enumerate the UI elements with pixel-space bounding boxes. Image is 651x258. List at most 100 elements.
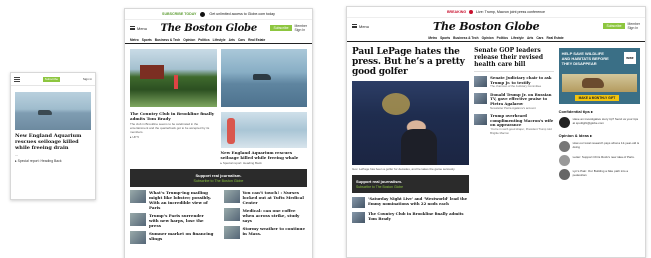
politics-column: Senate GOP leaders release their revised… <box>474 42 554 223</box>
menu-label: Menu <box>359 23 370 29</box>
site-logo[interactable]: The Boston Globe <box>433 20 540 33</box>
promo-title: Support real journalism. <box>195 173 242 178</box>
lead-photo[interactable] <box>352 81 470 165</box>
secondary-headline[interactable]: Senate GOP leaders release their revised… <box>474 47 553 68</box>
promo-subtitle: Subscribe to The Boston Globe <box>193 179 244 183</box>
mobile-lead-headline[interactable]: New England Aquarium rescues seiloage ki… <box>15 133 91 151</box>
sidebar-item[interactable]: How our local research pays what a 12-ye… <box>558 141 640 152</box>
sidebar-item-text: How our local research pays what a 12-ye… <box>572 141 640 149</box>
list-item[interactable]: What’s Trump-ing mailing might like lobs… <box>130 190 214 210</box>
tablet-story-list: What’s Trump-ing mailing might like lobs… <box>125 187 312 244</box>
nav-item[interactable]: Real Estate <box>546 36 563 40</box>
breaking-text: Live: Trump, Macron joint press conferen… <box>476 10 546 14</box>
story-title: You can’t touch! : Nurses locked out at … <box>242 190 304 205</box>
story-title: The Country Club in Brookline finally ad… <box>368 211 464 221</box>
nav-item[interactable]: Lifestyle <box>213 38 226 42</box>
ad-donate-button[interactable]: MAKE A MONTHLY GIFT <box>574 95 620 101</box>
sidebar-heading[interactable]: Opinion & Ideas ▸ <box>559 133 640 138</box>
promo-subtitle: Subscribe to The Boston Globe <box>356 185 404 189</box>
story-title: ‘Saturday Night Live’ and ‘Westworld’ le… <box>368 196 468 206</box>
story-title: Donald Trump Jr. on Russian TV, gave eff… <box>490 91 552 106</box>
lead-headline[interactable]: Paul LePage hates the press. But he’s a … <box>352 47 469 77</box>
section-nav: Metro Sports Business & Tech Opinion Pol… <box>347 34 645 42</box>
nav-item[interactable]: Arts <box>527 36 533 40</box>
breaking-label: BREAKING <box>446 10 467 14</box>
story-thumbnail <box>474 92 488 104</box>
mobile-preview: Subscribe Sign in New England Aquarium r… <box>10 72 96 200</box>
story-thumbnail <box>130 231 146 244</box>
nav-item[interactable]: Metro <box>428 36 437 40</box>
subscription-promo[interactable]: Support real journalism. Subscribe to Th… <box>352 175 470 193</box>
nav-item[interactable]: Cars <box>536 36 543 40</box>
nav-item[interactable]: Business & Tech <box>155 38 180 42</box>
list-item[interactable]: ‘Saturday Night Live’ and ‘Westworld’ le… <box>352 196 469 208</box>
story-thumbnail <box>352 212 365 223</box>
menu-icon[interactable] <box>14 76 20 82</box>
nav-item[interactable]: Opinion <box>482 36 494 40</box>
nav-item[interactable]: Real Estate <box>248 38 265 42</box>
nav-item[interactable]: Arts <box>229 38 235 42</box>
country-club-photo[interactable] <box>130 49 217 107</box>
spotlight-icon <box>558 117 570 128</box>
sign-in-link[interactable]: Sign in <box>83 77 92 81</box>
breaking-news-bar[interactable]: BREAKING Live: Trump, Macron joint press… <box>347 7 645 18</box>
whale-rescue-photo[interactable] <box>220 49 307 107</box>
list-item[interactable]: Medical: can one coffee when across stri… <box>223 208 308 223</box>
list-item[interactable]: The Country Club in Brookline finally ad… <box>352 211 469 223</box>
nav-item[interactable]: Business & Tech <box>453 36 478 40</box>
list-item[interactable]: Trump overheard complimenting Macron's w… <box>474 113 553 135</box>
menu-button[interactable]: Menu <box>352 24 369 29</box>
story-summary: The club in Brookline seems to be celebr… <box>130 122 210 134</box>
sidebar-heading[interactable]: Confidential tips ▸ <box>559 109 640 114</box>
subscription-promo[interactable]: Support real journalism. Subscribe to Th… <box>130 169 307 187</box>
sidebar-item[interactable]: Lyn's Pain: Our Building a bike path int… <box>558 169 640 180</box>
mobile-header: Subscribe Sign in <box>11 73 95 86</box>
nav-item[interactable]: Sports <box>440 36 450 40</box>
subscribe-button[interactable]: Subscribe <box>270 25 292 31</box>
list-item[interactable]: Trump’s Paris surrender with new harps, … <box>130 213 214 228</box>
header-actions: Subscribe Member Sign In <box>603 22 640 30</box>
mobile-lead-photo[interactable] <box>15 92 91 130</box>
story-thumbnail <box>474 76 488 87</box>
nav-item[interactable]: Lifestyle <box>511 36 524 40</box>
member-sign-in[interactable]: Member Sign In <box>628 22 640 30</box>
member-sign-in[interactable]: Member Sign In <box>295 24 307 32</box>
story-headline[interactable]: New England Aquarium rescues seiloage ki… <box>221 150 308 160</box>
site-logo[interactable]: The Boston Globe <box>160 23 257 34</box>
subscribe-bar-highlight: SUBSCRIBE TODAY <box>162 12 197 16</box>
subscribe-button[interactable]: Subscribe <box>42 76 61 82</box>
wwf-advertisement[interactable]: HELP SAVE WILDLIFE AND HABITATS BEFORE T… <box>558 48 640 104</box>
story-thumbnail <box>474 114 488 126</box>
nav-item[interactable]: Metro <box>130 38 139 42</box>
header-actions: Subscribe Member Sign In <box>270 24 307 32</box>
aquarium-photo[interactable] <box>220 112 307 148</box>
list-item[interactable]: Donald Trump Jr. on Russian TV, gave eff… <box>474 91 553 110</box>
mobile-related-link[interactable]: ▸ Special report: Heading Back <box>15 159 91 163</box>
list-item[interactable]: Senate Judiciary chair to ask Trump Jr. … <box>474 75 553 89</box>
tablet-header: Menu The Boston Globe Subscribe Member S… <box>125 20 312 36</box>
sidebar: HELP SAVE WILDLIFE AND HABITATS BEFORE T… <box>558 42 640 223</box>
subscribe-bar-text: Get unlimited access to Globe.com today <box>209 12 275 16</box>
desktop-preview: BREAKING Live: Trump, Macron joint press… <box>346 6 646 258</box>
menu-button[interactable]: Menu <box>130 26 147 31</box>
sidebar-item-text: Have an investigative story tip? Send us… <box>572 117 639 125</box>
subscribe-button[interactable]: Subscribe <box>603 23 625 29</box>
nav-item[interactable]: Politics <box>198 38 209 42</box>
nav-item[interactable]: Opinion <box>183 38 195 42</box>
list-item[interactable]: Sumner market on financing slings <box>130 231 214 244</box>
story-summary: Newsletter Pietra Agalarov's account <box>490 105 536 110</box>
story-headline[interactable]: The Country Club in Brookline finally ad… <box>130 111 217 121</box>
sidebar-item[interactable]: Letter: Support Chris Rock's new idea of… <box>558 155 640 166</box>
sidebar-item[interactable]: Have an investigative story tip? Send us… <box>558 117 640 128</box>
section-nav: Metro Sports Business & Tech Opinion Pol… <box>125 36 312 44</box>
nav-item[interactable]: Sports <box>142 38 152 42</box>
list-item[interactable]: Stormy weather to continue in Mass. <box>223 226 308 239</box>
nav-item[interactable]: Politics <box>497 36 508 40</box>
mobile-share: — <box>15 153 18 157</box>
list-item[interactable]: You can’t touch! : Nurses locked out at … <box>223 190 308 205</box>
story-related-link[interactable]: ▸ Special report: Heading Back <box>221 161 308 165</box>
nav-item[interactable]: Cars <box>238 38 245 42</box>
story-title: Sumner market on financing slings <box>149 231 214 241</box>
subscribe-bar[interactable]: SUBSCRIBE TODAY Get unlimited access to … <box>125 9 312 20</box>
story-column-left: The Country Club in Brookline finally ad… <box>130 109 217 165</box>
